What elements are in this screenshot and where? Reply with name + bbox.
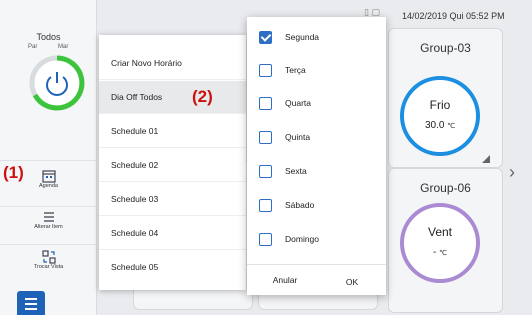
checkbox[interactable] — [259, 165, 272, 178]
power-button[interactable] — [27, 53, 87, 113]
ring-label-left: Par — [28, 44, 38, 50]
checkbox[interactable] — [259, 233, 272, 246]
swap-view-icon — [41, 250, 56, 264]
sidebar-item-alterar-item[interactable]: Alterar Item — [0, 206, 97, 244]
checkbox[interactable] — [259, 64, 272, 77]
day-label: Sábado — [285, 200, 315, 210]
schedule-menu: Criar Novo Horário Dia Off Todos Schedul… — [99, 35, 246, 290]
screen: ▯ ▢ 14/02/2019 Qui 05:52 PM Group-03 Fri… — [0, 0, 532, 315]
datetime: 14/02/2019 Qui 05:52 PM — [402, 11, 505, 21]
sidebar: Todos Par Mar Agenda Alterar Item Trocar… — [0, 0, 97, 315]
day-option-thursday[interactable]: Quinta — [247, 121, 386, 155]
day-label: Quinta — [285, 132, 311, 142]
group-status-ring[interactable]: Vent - ℃ — [400, 203, 480, 283]
sidebar-item-label: Agenda — [39, 183, 58, 189]
sidebar-item-label: Alterar Item — [34, 224, 63, 230]
group-temp: - ℃ — [433, 247, 447, 258]
cancel-button[interactable]: Anular — [255, 275, 315, 285]
expand-corner-icon[interactable] — [482, 155, 490, 163]
popup-footer: Anular OK — [247, 264, 386, 295]
day-label: Domingo — [285, 234, 320, 244]
group-card-03[interactable]: Group-03 Frio 30.0 ℃ — [388, 28, 503, 168]
group-name: Group-03 — [420, 41, 471, 55]
annotation-marker-2: (2) — [192, 87, 213, 106]
chevron-right-icon[interactable]: › — [509, 162, 515, 183]
annotation-marker-1: (1) — [3, 163, 24, 182]
sidebar-item-label: Trocar Vista — [33, 264, 64, 270]
group-name: Group-06 — [420, 181, 471, 195]
day-off-popup: Segunda Terça Quarta Quinta Sexta Sábado… — [247, 17, 386, 295]
menu-item-schedule-01[interactable]: Schedule 01 — [99, 115, 246, 148]
checkbox[interactable] — [259, 31, 272, 44]
menu-item-day-off-all[interactable]: Dia Off Todos — [99, 81, 246, 114]
menu-item-schedule-04[interactable]: Schedule 04 — [99, 217, 246, 250]
list-edit-icon — [43, 212, 54, 222]
menu-item-schedule-03[interactable]: Schedule 03 — [99, 183, 246, 216]
ok-button[interactable]: OK — [322, 277, 382, 287]
sidebar-item-trocar-vista[interactable]: Trocar Vista — [0, 244, 97, 284]
all-groups-title: Todos — [36, 32, 61, 42]
day-option-saturday[interactable]: Sábado — [247, 189, 386, 223]
day-option-tuesday[interactable]: Terça — [247, 54, 386, 88]
menu-item-schedule-02[interactable]: Schedule 02 — [99, 149, 246, 182]
group-mode: Frio — [429, 98, 451, 112]
checkbox[interactable] — [259, 131, 272, 144]
day-option-friday[interactable]: Sexta — [247, 155, 386, 189]
group-status-ring[interactable]: Frio 30.0 ℃ — [400, 76, 480, 156]
day-label: Terça — [285, 65, 306, 75]
day-option-wednesday[interactable]: Quarta — [247, 87, 386, 121]
day-option-sunday[interactable]: Domingo — [247, 223, 386, 257]
day-label: Sexta — [285, 166, 307, 176]
checkbox[interactable] — [259, 199, 272, 212]
ring-label-right: Mar — [58, 44, 69, 50]
menu-item-schedule-05[interactable]: Schedule 05 — [99, 251, 246, 284]
day-option-monday[interactable]: Segunda — [247, 21, 386, 55]
group-mode: Vent — [427, 225, 453, 239]
menu-item-create-schedule[interactable]: Criar Novo Horário — [99, 47, 246, 80]
day-label: Quarta — [285, 98, 311, 108]
group-card-06[interactable]: Group-06 Vent - ℃ — [388, 168, 503, 313]
hamburger-menu-button[interactable] — [17, 291, 45, 315]
group-temp: 30.0 ℃ — [424, 120, 456, 131]
calendar-icon — [41, 170, 56, 183]
day-label: Segunda — [285, 32, 320, 42]
checkbox[interactable] — [259, 97, 272, 110]
